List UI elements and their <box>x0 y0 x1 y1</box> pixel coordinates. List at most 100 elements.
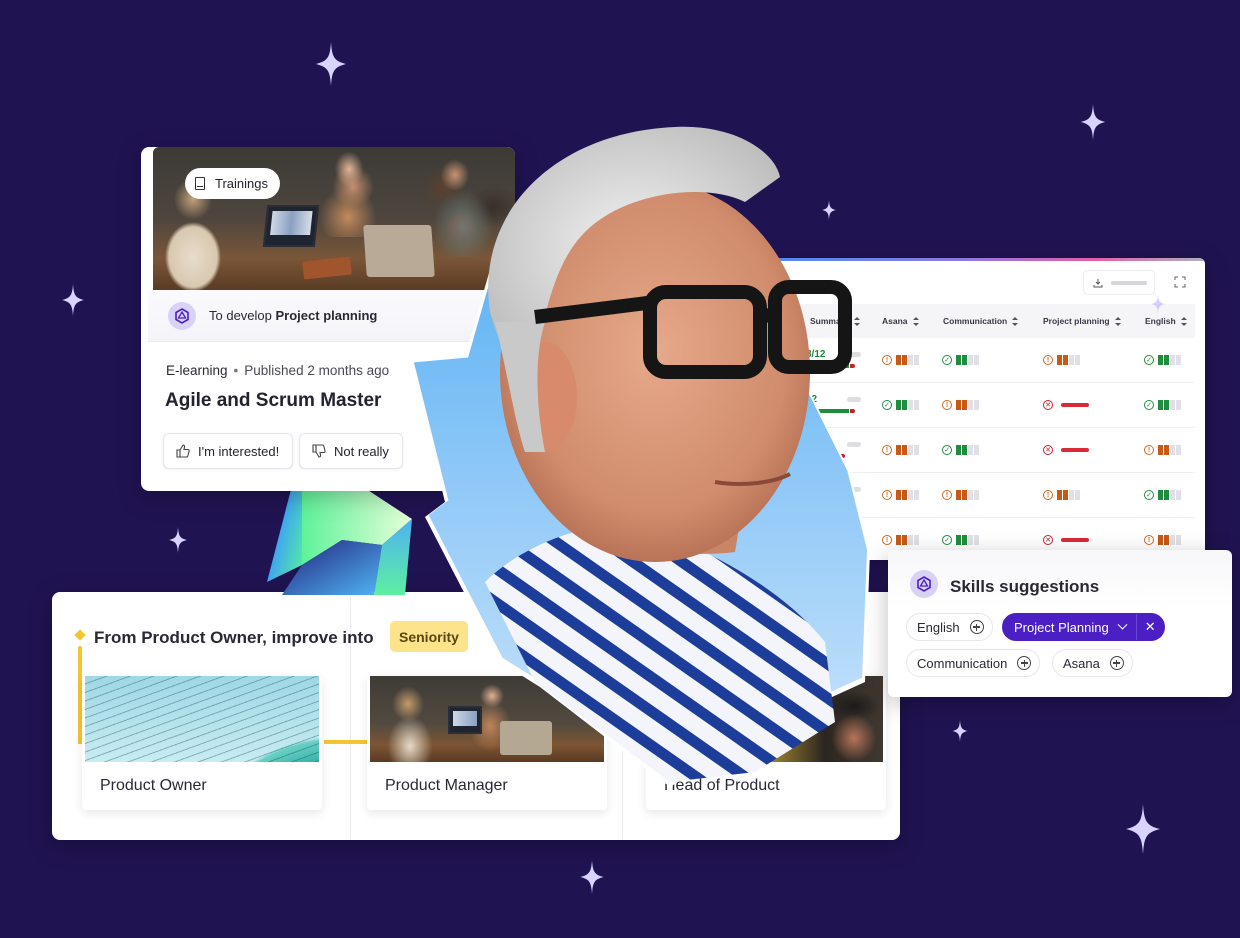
level-segment <box>1158 400 1163 410</box>
training-type: E-learning <box>166 363 228 378</box>
skill-level-cell: ! <box>882 354 919 366</box>
level-segment <box>908 535 913 545</box>
level-bars <box>1057 355 1080 365</box>
training-title: Agile and Scrum Master <box>165 390 382 411</box>
export-button[interactable] <box>1083 270 1155 295</box>
level-segment <box>1170 445 1175 455</box>
level-segment <box>968 355 973 365</box>
level-segment <box>974 355 979 365</box>
export-label-placeholder <box>1111 280 1147 285</box>
skill-level-cell: ✕ <box>1043 534 1089 546</box>
level-segment <box>902 355 907 365</box>
level-segment <box>896 535 901 545</box>
warning-circle-icon: ! <box>882 355 892 365</box>
level-segment <box>1075 355 1080 365</box>
skill-chip-communication[interactable]: Communication <box>906 649 1041 677</box>
skill-level-cell: ! <box>942 399 979 411</box>
warning-circle-icon: ! <box>882 490 892 500</box>
sparkle-decoration <box>62 284 84 316</box>
thumbs-up-icon <box>176 444 190 458</box>
level-segment <box>974 535 979 545</box>
sparkle-decoration <box>1150 294 1166 314</box>
add-circle-icon[interactable] <box>969 620 984 634</box>
warning-circle-icon: ! <box>882 445 892 455</box>
level-bars <box>1158 400 1181 410</box>
interested-button[interactable]: I'm interested! <box>163 433 293 469</box>
sort-icon[interactable] <box>1180 316 1187 326</box>
skill-level-cell: ✓ <box>942 444 979 456</box>
level-segment <box>1057 355 1062 365</box>
level-segment <box>968 535 973 545</box>
level-segment <box>896 445 901 455</box>
column-header-asana[interactable]: Asana <box>882 304 919 338</box>
sort-icon[interactable] <box>1012 316 1019 326</box>
level-bars <box>1158 355 1181 365</box>
level-segment <box>1063 490 1068 500</box>
skill-level-cell: ! <box>1043 354 1080 366</box>
level-bars <box>956 445 979 455</box>
check-circle-icon: ✓ <box>882 400 892 410</box>
level-segment <box>962 535 967 545</box>
chevron-down-icon[interactable] <box>1117 619 1128 630</box>
not-really-label: Not really <box>334 443 389 459</box>
missing-skill-bar <box>1061 538 1089 542</box>
skill-chip-asana[interactable]: Asana <box>1052 649 1133 677</box>
level-segment <box>956 445 961 455</box>
not-really-button[interactable]: Not really <box>299 433 403 469</box>
level-segment <box>956 490 961 500</box>
error-circle-icon: ✕ <box>1043 535 1053 545</box>
role-photo <box>85 676 319 762</box>
sort-icon[interactable] <box>1114 316 1121 326</box>
level-segment <box>962 445 967 455</box>
level-segment <box>914 535 919 545</box>
level-segment <box>1170 535 1175 545</box>
level-bars <box>896 490 919 500</box>
level-segment <box>1063 355 1068 365</box>
level-segment <box>914 400 919 410</box>
level-bars <box>956 400 979 410</box>
level-segment <box>1176 490 1181 500</box>
level-segment <box>1170 355 1175 365</box>
sparkle-decoration <box>1126 804 1160 854</box>
level-segment <box>962 490 967 500</box>
level-segment <box>968 490 973 500</box>
level-segment <box>908 445 913 455</box>
level-bars <box>1158 490 1181 500</box>
add-circle-icon[interactable] <box>1109 656 1124 670</box>
level-segment <box>896 355 901 365</box>
level-segment <box>1176 445 1181 455</box>
level-segment <box>1164 535 1169 545</box>
check-circle-icon: ✓ <box>1144 355 1154 365</box>
warning-circle-icon: ! <box>1144 535 1154 545</box>
skill-chip-project-planning[interactable]: Project Planning ✕ <box>1002 613 1165 641</box>
add-circle-icon[interactable] <box>1017 656 1032 670</box>
sparkle-decoration <box>316 42 346 86</box>
level-segment <box>902 445 907 455</box>
level-bars <box>956 490 979 500</box>
level-bars <box>896 355 919 365</box>
column-header-project-planning[interactable]: Project planning <box>1043 304 1121 338</box>
level-segment <box>956 355 961 365</box>
remove-chip-button[interactable]: ✕ <box>1135 614 1164 640</box>
thumbs-down-icon <box>312 444 326 458</box>
skill-chip-english[interactable]: English <box>906 613 993 641</box>
skill-level-cell: ✓ <box>1144 489 1181 501</box>
trainings-chip: Trainings <box>185 168 280 199</box>
sparkle-decoration <box>952 720 968 742</box>
skill-chip-label: Project Planning <box>1014 619 1109 635</box>
level-segment <box>908 400 913 410</box>
fullscreen-icon[interactable] <box>1174 276 1186 288</box>
level-segment <box>1069 490 1074 500</box>
portrait-photo <box>410 126 870 787</box>
level-segment <box>1164 490 1169 500</box>
sparkle-decoration <box>169 527 187 553</box>
sort-icon[interactable] <box>912 316 919 326</box>
error-circle-icon: ✕ <box>1043 445 1053 455</box>
level-bars <box>896 400 919 410</box>
column-header-communication[interactable]: Communication <box>943 304 1019 338</box>
level-segment <box>914 490 919 500</box>
role-card-product-owner[interactable]: Product Owner <box>82 676 322 810</box>
level-segment <box>902 400 907 410</box>
level-bars <box>1057 490 1080 500</box>
level-bars <box>956 535 979 545</box>
